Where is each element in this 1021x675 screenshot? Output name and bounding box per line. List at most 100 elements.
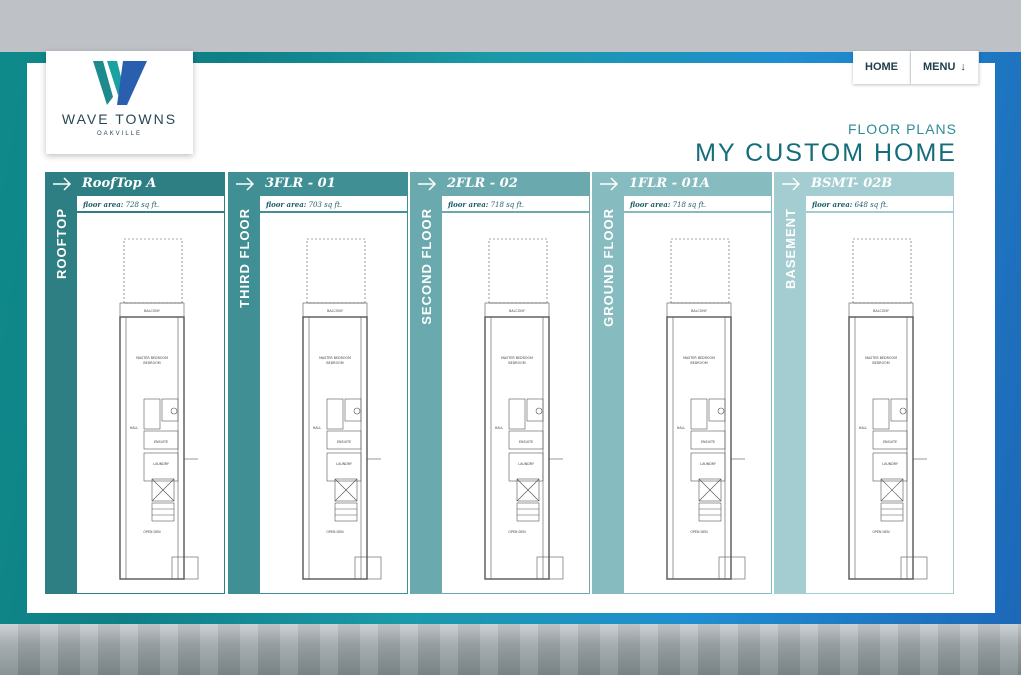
svg-text:OPEN DEN: OPEN DEN — [326, 530, 344, 534]
home-label: HOME — [865, 61, 898, 73]
svg-text:LAUNDRY: LAUNDRY — [518, 462, 535, 466]
floor-label: GROUND FLOOR — [601, 208, 616, 327]
svg-text:MASTER BEDROOM: MASTER BEDROOM — [501, 356, 533, 360]
floor-area: floor area: 718 sq ft. — [624, 196, 771, 213]
svg-text:BALCONY: BALCONY — [873, 309, 890, 313]
plan-name: 3FLR - 01 — [265, 176, 336, 191]
svg-text:BEDROOM: BEDROOM — [872, 361, 889, 365]
plan-name: 2FLR - 02 — [447, 176, 518, 191]
floor-area-label: floor area: — [630, 200, 671, 209]
svg-text:HALL: HALL — [677, 426, 686, 430]
floor-area: floor area: 648 sq ft. — [806, 196, 953, 213]
plan-name: BSMT- 02B — [811, 176, 893, 191]
svg-text:BEDROOM: BEDROOM — [326, 361, 343, 365]
plan-name: RoofTop A — [82, 176, 157, 191]
floor-plan-drawing[interactable]: BALCONY MASTER BEDROOM BEDROOM HALL ENSU… — [633, 231, 773, 591]
svg-text:LAUNDRY: LAUNDRY — [153, 462, 170, 466]
svg-text:MASTER BEDROOM: MASTER BEDROOM — [865, 356, 897, 360]
floor-area-label: floor area: — [448, 200, 489, 209]
floor-side-tab: ROOFTOP — [46, 196, 77, 593]
svg-text:OPEN DEN: OPEN DEN — [508, 530, 526, 534]
floor-plan-svg: BALCONY MASTER BEDROOM BEDROOM HALL ENSU… — [666, 238, 746, 580]
floor-card-header[interactable]: 1FLR - 01A — [593, 173, 771, 196]
svg-text:MASTER BEDROOM: MASTER BEDROOM — [683, 356, 715, 360]
floor-area-value: 718 sq ft. — [672, 201, 707, 209]
floor-area: floor area: 703 sq ft. — [260, 196, 407, 213]
svg-text:OPEN DEN: OPEN DEN — [143, 530, 161, 534]
page-subtitle: FLOOR PLANS — [847, 121, 957, 137]
floor-card-second[interactable]: 2FLR - 02 SECOND FLOOR floor area: 718 s… — [410, 172, 590, 594]
arrow-right-icon — [418, 177, 437, 191]
svg-text:BEDROOM: BEDROOM — [143, 361, 160, 365]
top-navigation: HOME MENU ↓ — [853, 51, 979, 84]
floor-area-label: floor area: — [266, 200, 307, 209]
floor-label: BASEMENT — [783, 208, 798, 289]
floor-plan-columns: RoofTop A ROOFTOP floor area: 728 sq ft.… — [45, 172, 955, 596]
svg-text:LAUNDRY: LAUNDRY — [700, 462, 717, 466]
floor-label: SECOND FLOOR — [419, 208, 434, 325]
svg-text:LAUNDRY: LAUNDRY — [336, 462, 353, 466]
floor-side-tab: GROUND FLOOR — [593, 196, 624, 593]
svg-text:OPEN DEN: OPEN DEN — [872, 530, 890, 534]
floor-area-label: floor area: — [83, 200, 124, 209]
svg-text:LAUNDRY: LAUNDRY — [882, 462, 899, 466]
floor-plan-svg: BALCONY MASTER BEDROOM BEDROOM HALL ENSU… — [119, 238, 199, 580]
svg-text:HALL: HALL — [859, 426, 868, 430]
home-button[interactable]: HOME — [853, 51, 911, 84]
floor-card-header[interactable]: 2FLR - 02 — [411, 173, 589, 196]
floor-card-header[interactable]: BSMT- 02B — [775, 173, 953, 196]
arrow-right-icon — [782, 177, 801, 191]
svg-text:ENSUITE: ENSUITE — [701, 440, 715, 444]
floor-plan-drawing[interactable]: BALCONY MASTER BEDROOM BEDROOM HALL ENSU… — [815, 231, 955, 591]
brand-name: WAVE TOWNS — [61, 111, 178, 127]
logo[interactable]: WAVE TOWNS OAKVILLE — [46, 51, 193, 154]
floor-area-value: 718 sq ft. — [490, 201, 525, 209]
floor-area-value: 703 sq ft. — [308, 201, 343, 209]
arrow-right-icon — [236, 177, 255, 191]
wave-logo-icon — [93, 61, 147, 105]
svg-text:BALCONY: BALCONY — [691, 309, 708, 313]
svg-text:OPEN DEN: OPEN DEN — [690, 530, 708, 534]
floor-plan-svg: BALCONY MASTER BEDROOM BEDROOM HALL ENSU… — [848, 238, 928, 580]
arrow-right-icon — [600, 177, 619, 191]
menu-button[interactable]: MENU ↓ — [911, 51, 979, 84]
floor-area: floor area: 718 sq ft. — [442, 196, 589, 213]
svg-text:ENSUITE: ENSUITE — [519, 440, 533, 444]
floor-card-header[interactable]: 3FLR - 01 — [229, 173, 407, 196]
floor-card-third[interactable]: 3FLR - 01 THIRD FLOOR floor area: 703 sq… — [228, 172, 408, 594]
floor-area: floor area: 728 sq ft. — [77, 196, 224, 213]
top-backdrop — [0, 0, 1021, 52]
svg-text:ENSUITE: ENSUITE — [154, 440, 168, 444]
city-backdrop — [0, 624, 1021, 675]
floor-card-rooftop[interactable]: RoofTop A ROOFTOP floor area: 728 sq ft.… — [45, 172, 225, 594]
floor-side-tab: THIRD FLOOR — [229, 196, 260, 593]
svg-text:BEDROOM: BEDROOM — [508, 361, 525, 365]
floor-side-tab: SECOND FLOOR — [411, 196, 442, 593]
floor-plan-drawing[interactable]: BALCONY MASTER BEDROOM BEDROOM HALL ENSU… — [269, 231, 409, 591]
arrow-down-icon: ↓ — [960, 61, 966, 73]
floor-label: ROOFTOP — [54, 208, 69, 280]
floor-card-ground[interactable]: 1FLR - 01A GROUND FLOOR floor area: 718 … — [592, 172, 772, 594]
floor-plan-svg: BALCONY MASTER BEDROOM BEDROOM HALL ENSU… — [484, 238, 564, 580]
svg-text:BALCONY: BALCONY — [144, 309, 161, 313]
floor-card-basement[interactable]: BSMT- 02B BASEMENT floor area: 648 sq ft… — [774, 172, 954, 594]
svg-text:HALL: HALL — [130, 426, 139, 430]
brand-location: OAKVILLE — [96, 131, 142, 137]
menu-label: MENU — [923, 61, 956, 73]
floor-card-header[interactable]: RoofTop A — [46, 173, 224, 196]
svg-text:BALCONY: BALCONY — [509, 309, 526, 313]
svg-text:MASTER BEDROOM: MASTER BEDROOM — [136, 356, 168, 360]
svg-text:HALL: HALL — [495, 426, 504, 430]
floor-area-value: 648 sq ft. — [854, 201, 889, 209]
floor-plan-drawing[interactable]: BALCONY MASTER BEDROOM BEDROOM HALL ENSU… — [86, 231, 226, 591]
arrow-right-icon — [53, 177, 72, 191]
svg-text:ENSUITE: ENSUITE — [883, 440, 897, 444]
floor-plan-drawing[interactable]: BALCONY MASTER BEDROOM BEDROOM HALL ENSU… — [451, 231, 591, 591]
svg-text:BEDROOM: BEDROOM — [690, 361, 707, 365]
floor-area-label: floor area: — [812, 200, 853, 209]
floor-plan-svg: BALCONY MASTER BEDROOM BEDROOM HALL ENSU… — [302, 238, 382, 580]
floor-side-tab: BASEMENT — [775, 196, 806, 593]
page-title: MY CUSTOM HOME — [695, 139, 957, 167]
svg-text:BALCONY: BALCONY — [327, 309, 344, 313]
svg-text:HALL: HALL — [313, 426, 322, 430]
